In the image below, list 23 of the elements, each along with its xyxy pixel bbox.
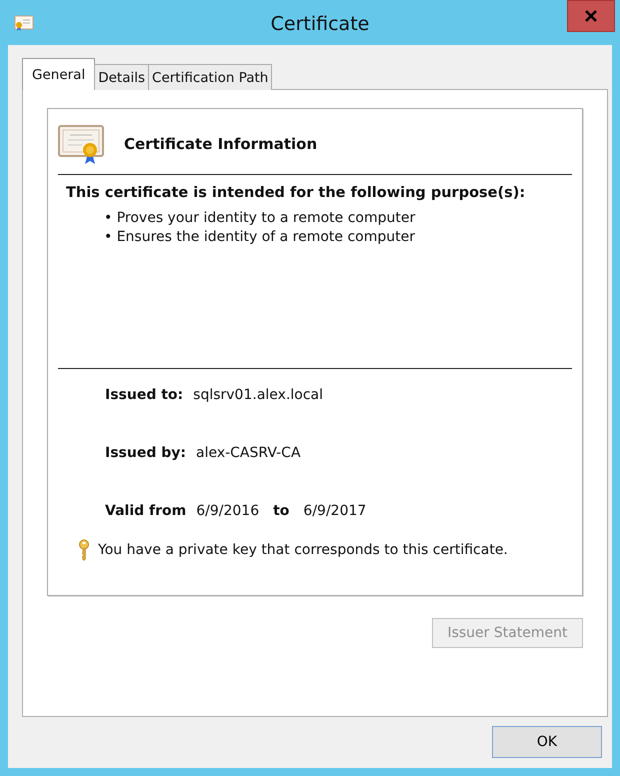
field-label: Issued by: xyxy=(105,445,186,461)
field-label: Valid from xyxy=(105,503,186,519)
tab[interactable]: Details xyxy=(94,64,150,90)
key-note: You have a private key that corresponds to this certificate. xyxy=(98,542,508,558)
close-button[interactable] xyxy=(567,0,615,32)
field-label: Issued to: xyxy=(105,387,184,403)
close-icon xyxy=(584,10,598,22)
tab[interactable]: Certification Path xyxy=(148,64,272,90)
purpose-item: • Proves your identity to a remote computer xyxy=(104,209,416,228)
ok-button[interactable]: OK xyxy=(492,726,602,758)
certificate-icon xyxy=(58,123,106,165)
section-heading: Certificate Information xyxy=(124,135,318,153)
certificate-icon xyxy=(14,14,34,32)
key-icon xyxy=(78,539,90,561)
field-value: sqlsrv01.alex.local xyxy=(193,387,324,403)
purpose-heading: This certificate is intended for the following purpose(s): xyxy=(66,185,526,201)
field-value: 6/9/2016 xyxy=(196,503,260,519)
field-value: 6/9/2017 xyxy=(303,503,366,519)
field-label: to xyxy=(273,503,290,519)
window-title: Certificate xyxy=(270,12,370,34)
purpose-item: • Ensures the identity of a remote computer xyxy=(104,228,416,247)
field-value: alex-CASRV-CA xyxy=(196,445,301,461)
tab[interactable]: General xyxy=(22,58,96,90)
